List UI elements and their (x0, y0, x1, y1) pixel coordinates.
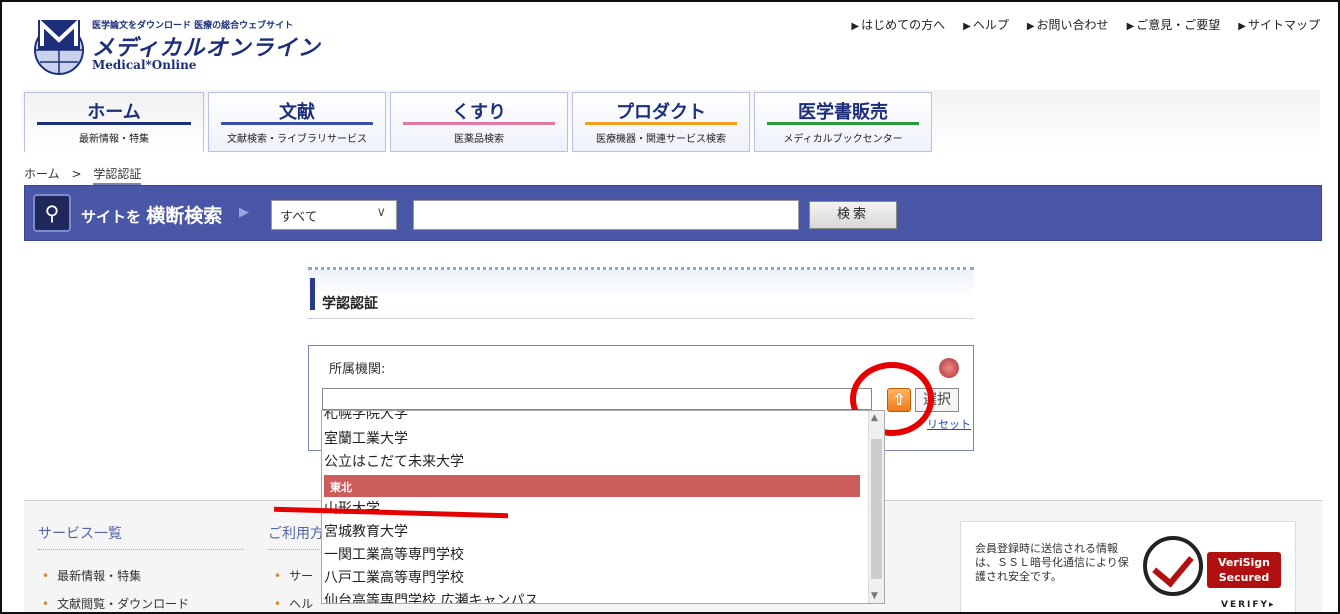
link-feedback[interactable]: ご意見・ご要望 (1127, 16, 1220, 33)
help-icon[interactable] (939, 358, 959, 378)
auth-heading: 学認認証 (308, 267, 974, 319)
group-header-tohoku: 東北 (324, 475, 860, 497)
heading-accent (310, 278, 315, 310)
link-beginners[interactable]: はじめての方へ (851, 16, 945, 33)
breadcrumb-current: 学認認証 (93, 167, 142, 185)
ssl-notice: 会員登録時に送信される情報は、ＳＳＬ暗号化通信により保護され安全です。 (975, 542, 1129, 583)
verisign-verify[interactable]: VERIFY▸ (1221, 600, 1276, 610)
scrollbar-thumb[interactable] (871, 439, 882, 579)
cross-search-bar: ⚲ サイトを 横断検索 ▶ すべて ∨ 検索 (24, 185, 1322, 241)
search-label: サイトを 横断検索 (81, 205, 223, 227)
list-item[interactable]: 室蘭工業大学 (324, 428, 408, 448)
footer-usage-title: ご利用方 (268, 526, 324, 542)
top-links: はじめての方へ ヘルプ お問い合わせ ご意見・ご要望 サイトマップ (851, 16, 1320, 33)
list-item[interactable]: 八戸工業高等専門学校 (324, 567, 464, 587)
search-icon: ⚲ (33, 194, 71, 232)
reset-link[interactable]: リセット (927, 416, 971, 432)
verisign-seal[interactable]: 会員登録時に送信される情報は、ＳＳＬ暗号化通信により保護され安全です。 Veri… (960, 521, 1296, 612)
footer-link[interactable]: ヘル (274, 595, 313, 612)
tab-home[interactable]: ホーム 最新情報・特集 (24, 92, 204, 152)
list-item[interactable]: 宮城教育大学 (324, 521, 408, 541)
scroll-down-icon[interactable]: ▼ (871, 591, 878, 601)
tab-drugs[interactable]: くすり 医薬品検索 (390, 92, 568, 152)
logo-globe-icon (34, 19, 84, 75)
search-scope-select[interactable]: すべて ∨ (271, 200, 397, 230)
tab-bookstore[interactable]: 医学書販売 メディカルブックセンター (754, 92, 932, 152)
footer-services-title: サービス一覧 (38, 526, 122, 542)
breadcrumb: ホーム > 学認認証 (24, 165, 142, 185)
institution-input[interactable] (322, 388, 872, 410)
footer-link[interactable]: サー (274, 567, 313, 584)
checkmark-icon (1143, 536, 1203, 596)
page-title: 学認認証 (322, 296, 378, 312)
logo-english: Medical*Online (92, 58, 197, 72)
search-button[interactable]: 検索 (809, 201, 897, 229)
chevron-down-icon: ∨ (376, 205, 386, 220)
dropdown-scrollbar[interactable]: ▲ ▼ (868, 411, 884, 603)
list-item[interactable]: 一関工業高等専門学校 (324, 544, 464, 564)
list-item[interactable]: 公立はこだて未来大学 (324, 451, 464, 471)
footer-link[interactable]: 最新情報・特集 (42, 567, 141, 584)
tab-literature[interactable]: 文献 文献検索・ライブラリサービス (208, 92, 386, 152)
site-logo[interactable]: 医学論文をダウンロード 医療の総合ウェブサイト メディカルオンライン Medic… (32, 18, 332, 80)
play-arrow-icon: ▶ (239, 205, 249, 220)
institution-dropdown[interactable]: 札幌学院大学 室蘭工業大学 公立はこだて未来大学 東北 山形大学 宮城教育大学 … (321, 410, 885, 604)
footer-link[interactable]: 文献閲覧・ダウンロード (42, 595, 189, 612)
tab-products[interactable]: プロダクト 医療機器・関連サービス検索 (572, 92, 750, 152)
list-item[interactable]: 仙台高等専門学校 広瀬キャンパス (324, 590, 538, 603)
breadcrumb-separator: > (71, 167, 82, 181)
search-input[interactable] (413, 200, 799, 230)
verisign-badge: VeriSign Secured (1207, 552, 1281, 588)
breadcrumb-home[interactable]: ホーム (24, 167, 60, 181)
link-contact[interactable]: お問い合わせ (1027, 16, 1109, 33)
link-sitemap[interactable]: サイトマップ (1238, 16, 1320, 33)
list-item[interactable]: 札幌学院大学 (324, 411, 408, 423)
scroll-up-icon[interactable]: ▲ (871, 413, 878, 423)
institution-label: 所属機関: (329, 362, 386, 377)
page-frame: 医学論文をダウンロード 医療の総合ウェブサイト メディカルオンライン Medic… (0, 0, 1340, 614)
link-help[interactable]: ヘルプ (963, 16, 1009, 33)
